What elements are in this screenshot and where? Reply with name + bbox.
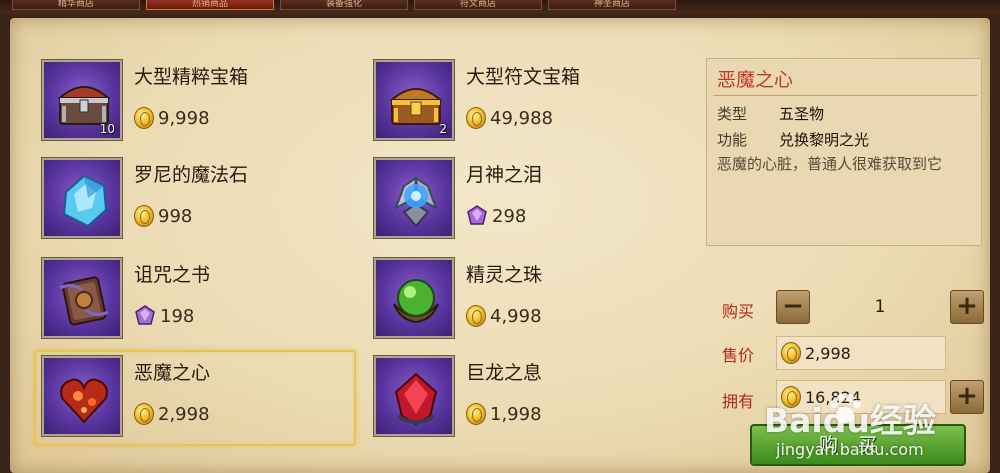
green-orb-icon (393, 279, 439, 324)
shop-panel: 10 大型精粹宝箱 9,998 2 大型符文宝箱 49,988 罗尼的魔法石 9… (10, 18, 990, 473)
detail-type-row: 类型 五圣物 (717, 103, 824, 124)
shop-item-demon-heart[interactable]: 恶魔之心 2,998 (34, 350, 364, 446)
shop-item-spirit-orb[interactable]: 精灵之珠 4,998 (373, 257, 696, 348)
detail-title: 恶魔之心 (717, 69, 794, 91)
shop-item-large-essence-chest[interactable]: 10 大型精粹宝箱 9,998 (41, 59, 364, 150)
detail-type-value: 五圣物 (779, 105, 825, 123)
tab-hot-items[interactable]: 热销商品 (146, 0, 274, 10)
detail-function-row: 功能 兑换黎明之光 (717, 129, 869, 150)
blue-crystal-icon (62, 174, 108, 228)
item-quantity: 10 (99, 122, 115, 136)
item-price: 4,998 (466, 303, 542, 329)
item-price: 49,988 (466, 105, 553, 131)
item-icon-frame (373, 257, 455, 339)
owned-field-value: 16,824 (805, 387, 861, 407)
quantity-value[interactable]: 1 (812, 291, 948, 323)
price-label: 售价 (722, 346, 755, 365)
item-icon-frame (373, 355, 455, 437)
purple-gem-icon (466, 205, 488, 227)
shop-item-ronnie-magic-stone[interactable]: 罗尼的魔法石 998 (41, 157, 364, 248)
item-name: 大型符文宝箱 (466, 66, 581, 88)
price-field: 2,998 (776, 336, 946, 370)
price-field-value: 2,998 (805, 343, 851, 363)
increment-button[interactable]: + (950, 290, 984, 324)
item-price-value: 9,998 (158, 107, 210, 129)
gold-coin-icon (781, 386, 801, 408)
tab-essence-shop[interactable]: 精华商店 (12, 0, 140, 10)
item-price-value: 2,998 (158, 403, 210, 425)
detail-type-label: 类型 (717, 105, 748, 123)
item-icon-frame (41, 257, 123, 339)
detail-divider (713, 95, 977, 96)
gold-coin-icon (466, 107, 486, 129)
item-quantity: 2 (439, 122, 447, 136)
item-detail-panel: 恶魔之心 类型 五圣物 功能 兑换黎明之光 恶魔的心脏，普通人很难获取到它 购买 −… (706, 58, 984, 473)
shop-tab-bar: 精华商店 热销商品 装备强化 符文商店 神圣商店 (0, 0, 1000, 14)
item-icon-frame: 2 (373, 59, 455, 141)
item-name: 月神之泪 (466, 164, 543, 186)
item-name: 大型精粹宝箱 (134, 66, 249, 88)
item-name: 罗尼的魔法石 (134, 164, 249, 186)
item-price: 298 (466, 203, 526, 229)
item-icon-frame (41, 157, 123, 239)
item-price-value: 1,998 (490, 403, 542, 425)
item-price: 9,998 (134, 105, 210, 131)
item-price-value: 298 (492, 205, 527, 227)
add-gold-button[interactable]: + (950, 380, 984, 414)
item-icon-frame: 10 (41, 59, 123, 141)
gold-coin-icon (134, 205, 154, 227)
tab-equip-upgrade[interactable]: 装备强化 (280, 0, 408, 10)
shop-item-dragon-breath[interactable]: 巨龙之息 1,998 (373, 355, 696, 446)
quantity-stepper: − 1 + (776, 290, 984, 326)
gold-coin-icon (134, 107, 154, 129)
decrement-button[interactable]: − (776, 290, 810, 324)
detail-function-label: 功能 (717, 131, 748, 149)
item-price-value: 4,998 (490, 305, 542, 327)
item-name: 恶魔之心 (134, 362, 211, 384)
tab-rune-shop[interactable]: 符文商店 (414, 0, 542, 10)
demon-heart-icon (60, 378, 108, 424)
item-icon-frame (373, 157, 455, 239)
shop-item-cursed-book[interactable]: 诅咒之书 198 (41, 257, 364, 348)
gold-coin-icon (134, 403, 154, 425)
item-price: 1,998 (466, 401, 542, 427)
purple-gem-icon (134, 305, 156, 327)
shop-item-large-rune-chest[interactable]: 2 大型符文宝箱 49,988 (373, 59, 696, 150)
detail-function-value: 兑换黎明之光 (779, 131, 870, 149)
detail-info-box: 恶魔之心 类型 五圣物 功能 兑换黎明之光 恶魔的心脏，普通人很难获取到它 (706, 58, 982, 246)
item-name: 精灵之珠 (466, 264, 543, 286)
owned-label: 拥有 (722, 392, 755, 411)
owned-field: 16,824 (776, 380, 946, 414)
item-price-value: 998 (158, 205, 193, 227)
item-price-value: 49,988 (490, 107, 553, 129)
gold-coin-icon (466, 305, 486, 327)
buy-button[interactable]: 购买 (750, 424, 966, 466)
dragon-breath-icon (394, 372, 438, 426)
item-name: 诅咒之书 (134, 264, 211, 286)
item-price: 198 (134, 303, 194, 329)
item-price: 2,998 (134, 401, 210, 427)
shop-item-moon-tear[interactable]: 月神之泪 298 (373, 157, 696, 248)
gold-coin-icon (781, 342, 801, 364)
item-name: 巨龙之息 (466, 362, 543, 384)
item-price-value: 198 (160, 305, 195, 327)
tab-holy-shop[interactable]: 神圣商店 (548, 0, 676, 10)
item-icon-frame (41, 355, 123, 437)
moon-tear-icon (394, 175, 438, 228)
gold-coin-icon (466, 403, 486, 425)
detail-description: 恶魔的心脏，普通人很难获取到它 (717, 155, 943, 173)
buy-quantity-label: 购买 (722, 302, 755, 321)
cursed-book-icon (59, 276, 109, 326)
item-price: 998 (134, 203, 192, 229)
